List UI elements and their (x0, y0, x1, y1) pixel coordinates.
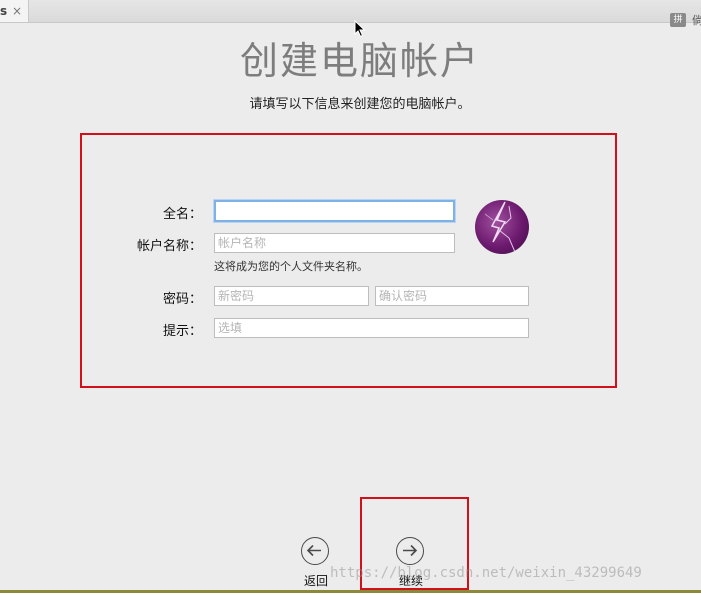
browser-tab[interactable]: s × (0, 0, 29, 22)
account-name-hint: 这将成为您的个人文件夹名称。 (214, 260, 368, 273)
watermark: https://blog.csdn.net/weixin_43299649 (330, 565, 642, 581)
page-subtitle: 请填写以下信息来创建您的电脑帐户。 (249, 97, 471, 112)
full-name-label: 全名： (162, 207, 202, 222)
lightning-bolt-icon (484, 201, 516, 253)
page-title: 创建电脑帐户 (239, 39, 480, 83)
full-name-field[interactable] (214, 200, 455, 222)
account-name-field[interactable]: 帐户名称 (214, 233, 455, 253)
password-label: 密码： (162, 292, 202, 307)
back-arrow-icon (301, 537, 329, 565)
back-button[interactable]: 返回 (296, 537, 336, 589)
input-method-char: 倘 (692, 14, 701, 27)
tab-title: s (0, 4, 8, 18)
password-hint-field[interactable]: 选填 (214, 318, 529, 338)
tab-strip: s × (0, 0, 701, 23)
close-icon[interactable]: × (12, 0, 22, 22)
confirm-password-field[interactable]: 确认密码 (375, 286, 529, 306)
password-hint-label: 提示： (162, 324, 202, 339)
account-name-label: 帐户名称： (136, 239, 202, 254)
input-method-badge[interactable]: 拼 (670, 13, 686, 27)
new-password-field[interactable]: 新密码 (214, 286, 369, 306)
lightning-avatar-icon[interactable] (475, 200, 529, 254)
